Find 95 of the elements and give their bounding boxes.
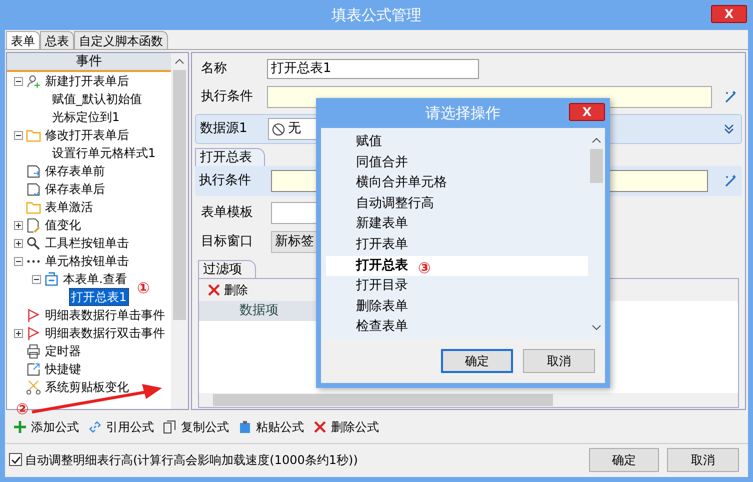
list-item[interactable]: 删除表单 bbox=[326, 296, 588, 318]
list-item[interactable]: 同值合并 bbox=[326, 152, 588, 174]
collapse-icon[interactable] bbox=[14, 256, 22, 266]
tree-item[interactable]: 保存表单前 bbox=[44, 163, 106, 179]
window-title: 填表公式管理 bbox=[332, 4, 422, 26]
tree-item[interactable]: 设置行单元格样式1 bbox=[51, 145, 157, 161]
copy-icon bbox=[163, 420, 177, 434]
scrollbar-thumb[interactable] bbox=[590, 149, 603, 183]
wand-icon[interactable] bbox=[724, 174, 738, 188]
field-label: 数据源1 bbox=[199, 120, 248, 138]
close-button[interactable]: X bbox=[569, 103, 605, 121]
clipboard-icon bbox=[238, 420, 252, 434]
scroll-up-icon[interactable] bbox=[175, 59, 184, 64]
field-label: 执行条件 bbox=[200, 88, 254, 106]
name-field[interactable]: 打开总表1 bbox=[267, 59, 479, 79]
tree-item[interactable]: 系统剪贴板变化 bbox=[44, 379, 130, 395]
list-item[interactable]: 赋值 bbox=[326, 132, 588, 153]
list-item[interactable]: 自动调整行高 bbox=[326, 194, 588, 214]
flag-icon bbox=[26, 308, 41, 322]
tree-item[interactable]: 光标定位到1 bbox=[51, 109, 121, 125]
flag-icon bbox=[26, 326, 41, 340]
tab[interactable]: 总表 bbox=[40, 31, 74, 49]
folder-icon bbox=[26, 200, 41, 214]
scrollbar-thumb[interactable] bbox=[173, 70, 186, 320]
ok-button[interactable]: 确定 bbox=[589, 448, 659, 472]
tree-item[interactable]: 定时器 bbox=[44, 343, 82, 359]
tree-item[interactable]: 工具栏按钮单击 bbox=[44, 235, 130, 251]
delete-icon bbox=[207, 283, 221, 297]
toolbar-button[interactable]: 粘贴公式 bbox=[238, 418, 304, 436]
dialog-title: 请选择操作 bbox=[426, 102, 500, 124]
tree-item[interactable]: 明细表数据行双击事件 bbox=[44, 325, 166, 341]
check-icon bbox=[10, 454, 20, 464]
section-tab[interactable]: 过滤项 bbox=[198, 260, 256, 278]
scroll-up-icon[interactable] bbox=[592, 138, 601, 143]
annotation-number: ③ bbox=[418, 261, 431, 276]
tree-item[interactable]: 保存表单后 bbox=[44, 181, 106, 197]
printer-icon bbox=[26, 344, 41, 358]
magnifier-icon bbox=[26, 236, 41, 250]
delete-button[interactable]: 删除 bbox=[199, 281, 256, 299]
wand-icon[interactable] bbox=[724, 90, 738, 104]
annotation-number: ① bbox=[137, 281, 150, 296]
field-label: 名称 bbox=[200, 60, 228, 78]
tree-item[interactable]: 表单激活 bbox=[44, 199, 94, 215]
list-item[interactable]: 横向合并单元格 bbox=[326, 173, 588, 194]
collapse-icon[interactable] bbox=[32, 274, 40, 284]
toolbar-button[interactable]: 引用公式 bbox=[88, 418, 154, 436]
list-item[interactable]: 检查表单 bbox=[326, 317, 588, 338]
tree-item[interactable]: 快捷键 bbox=[44, 361, 82, 377]
shortcut-icon bbox=[26, 362, 41, 376]
field-label: 执行条件 bbox=[198, 172, 252, 190]
annotation-number: ② bbox=[16, 402, 29, 417]
toolbar-button[interactable]: 添加公式 bbox=[13, 418, 79, 436]
tree-item[interactable]: 赋值_默认初始值 bbox=[51, 91, 143, 107]
scissors-icon bbox=[26, 380, 41, 394]
folder-icon bbox=[26, 128, 41, 142]
ok-button[interactable]: 确定 bbox=[441, 348, 513, 372]
toolbar-button[interactable]: 删除公式 bbox=[313, 418, 379, 436]
cancel-button[interactable]: 取消 bbox=[523, 348, 595, 372]
double-chevron-icon[interactable] bbox=[723, 123, 735, 135]
tab[interactable]: 自定义脚本函数 bbox=[74, 31, 168, 49]
list-item[interactable]: 打开目录 bbox=[326, 276, 588, 297]
close-button[interactable]: X bbox=[711, 5, 747, 23]
expand-icon[interactable] bbox=[14, 238, 22, 248]
expand-icon[interactable] bbox=[14, 220, 22, 230]
tree-item[interactable]: 明细表数据行单击事件 bbox=[44, 307, 166, 323]
cancel-button[interactable]: 取消 bbox=[667, 448, 739, 472]
tree-item[interactable]: 值变化 bbox=[44, 217, 82, 233]
dots-icon bbox=[26, 260, 41, 262]
column-header: 事件 bbox=[7, 53, 171, 72]
field-label: 目标窗口 bbox=[200, 233, 254, 252]
list-item[interactable]: 打开表单 bbox=[326, 234, 588, 256]
document-pencil-icon bbox=[26, 218, 41, 232]
form-icon bbox=[44, 272, 59, 286]
tree-item[interactable]: 打开总表1 bbox=[69, 288, 129, 306]
tree-item[interactable]: 新建打开表单后 bbox=[44, 73, 130, 89]
section-tab[interactable]: 打开总表 bbox=[195, 148, 265, 166]
checkbox-label: 自动调整明细表行高(计算行高会影响加载速度(1000条约1秒)) bbox=[25, 452, 358, 468]
column-header: 数据项 bbox=[199, 301, 319, 321]
tab[interactable]: 表单 bbox=[6, 31, 40, 49]
link-icon bbox=[88, 420, 102, 434]
toolbar-button[interactable]: 复制公式 bbox=[163, 418, 229, 436]
no-entry-icon bbox=[272, 122, 285, 136]
expand-icon[interactable] bbox=[14, 328, 22, 338]
list-item[interactable]: 新建表单 bbox=[326, 214, 588, 235]
collapse-icon[interactable] bbox=[14, 76, 22, 86]
scroll-down-icon[interactable] bbox=[592, 325, 601, 330]
field-label: 表单模板 bbox=[200, 204, 254, 222]
collapse-icon[interactable] bbox=[14, 130, 22, 140]
delete-icon bbox=[313, 420, 327, 434]
tree-item[interactable]: 修改打开表单后 bbox=[44, 127, 130, 143]
user-add-icon bbox=[26, 74, 41, 88]
tree-item[interactable]: 本表单.查看 bbox=[62, 271, 128, 287]
plus-icon bbox=[13, 420, 27, 434]
checkbox[interactable] bbox=[9, 453, 22, 466]
tree-item[interactable]: 单元格按钮单击 bbox=[44, 253, 130, 269]
